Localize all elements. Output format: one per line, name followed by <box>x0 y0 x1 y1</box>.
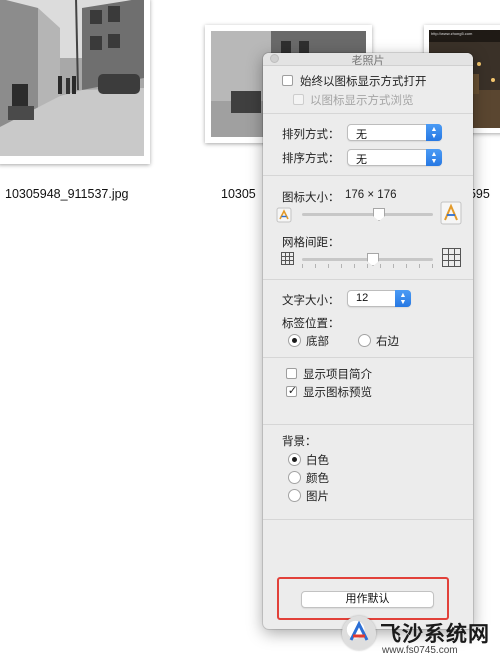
show-item-info-label: 显示项目简介 <box>303 369 372 381</box>
watermark-brand: 飞沙系统网 <box>380 623 490 646</box>
popup-arrows-icon: ▲ ▼ <box>426 124 442 141</box>
small-grid-icon <box>281 252 294 270</box>
sort-by-value: 无 <box>356 154 367 166</box>
icon-size-value: 176 × 176 <box>345 189 397 201</box>
divider <box>263 113 473 114</box>
view-options-panel: 老照片 始终以图标显示方式打开 以图标显示方式浏览 排列方式： 无 ▲ ▼ 排序方… <box>263 53 473 629</box>
panel-title: 老照片 <box>351 55 385 67</box>
label-position-right-radio[interactable] <box>358 334 371 347</box>
divider <box>263 424 473 425</box>
show-icon-preview-checkbox[interactable]: ✓ <box>286 385 298 397</box>
popup-arrows-icon: ▲ ▼ <box>395 290 411 307</box>
background-label: 背景： <box>282 436 317 448</box>
panel-titlebar[interactable]: 老照片 <box>263 53 473 67</box>
always-open-icon-view-label: 始终以图标显示方式打开 <box>300 76 427 88</box>
label-position-label: 标签位置： <box>282 318 340 330</box>
photo-thumbnail-1[interactable] <box>0 0 150 164</box>
show-item-info-checkbox[interactable] <box>286 368 297 379</box>
background-color-label: 颜色 <box>306 473 329 485</box>
sort-by-popup[interactable]: 无 ▲ ▼ <box>347 149 442 166</box>
large-grid-icon <box>442 248 461 272</box>
background-picture-label: 图片 <box>306 491 329 503</box>
radio-dot <box>292 338 297 343</box>
divider <box>263 279 473 280</box>
popup-arrows-icon: ▲ ▼ <box>426 149 442 166</box>
background-white-label: 白色 <box>306 455 329 467</box>
show-icon-preview-label: 显示图标预览 <box>303 387 372 399</box>
large-app-icon <box>440 201 462 230</box>
icon-size-slider-thumb[interactable] <box>373 208 385 221</box>
divider <box>263 175 473 176</box>
grid-spacing-label: 网格间距： <box>282 237 340 249</box>
icon-size-label: 图标大小： <box>282 192 340 204</box>
label-position-right-label: 右边 <box>376 336 399 348</box>
label-position-bottom-radio[interactable] <box>288 334 301 347</box>
watermark-url: www.fs0745.com <box>382 645 458 656</box>
arrange-by-label: 排列方式： <box>282 129 340 141</box>
background-picture-radio[interactable] <box>288 489 301 502</box>
text-size-label: 文字大小： <box>282 295 340 307</box>
thumbnail-caption: http://www.zhong5.com <box>431 31 473 36</box>
file-name[interactable]: 10305948_911537.jpg <box>5 187 129 201</box>
watermark: 飞沙系统网 www.fs0745.com <box>342 614 500 659</box>
background-color-radio[interactable] <box>288 471 301 484</box>
radio-dot <box>292 457 297 462</box>
small-app-icon <box>276 207 292 228</box>
icon-size-track[interactable] <box>302 213 433 216</box>
sort-by-label: 排序方式： <box>282 153 340 165</box>
arrange-by-value: 无 <box>356 129 367 141</box>
browse-icon-view-checkbox <box>293 94 304 105</box>
divider <box>263 357 473 358</box>
label-position-bottom-label: 底部 <box>306 336 329 348</box>
text-size-popup[interactable]: 12 ▲ ▼ <box>347 290 411 307</box>
always-open-icon-view-checkbox[interactable] <box>282 75 293 86</box>
file-name[interactable]: 10305 <box>221 187 256 201</box>
text-size-value: 12 <box>356 292 369 304</box>
browse-icon-view-label: 以图标显示方式浏览 <box>310 95 414 107</box>
watermark-logo-icon <box>342 616 376 650</box>
street-photo <box>0 0 144 156</box>
divider <box>263 519 473 520</box>
arrange-by-popup[interactable]: 无 ▲ ▼ <box>347 124 442 141</box>
grid-spacing-ticks <box>302 264 433 268</box>
background-white-radio[interactable] <box>288 453 301 466</box>
checkmark-icon: ✓ <box>287 385 298 397</box>
